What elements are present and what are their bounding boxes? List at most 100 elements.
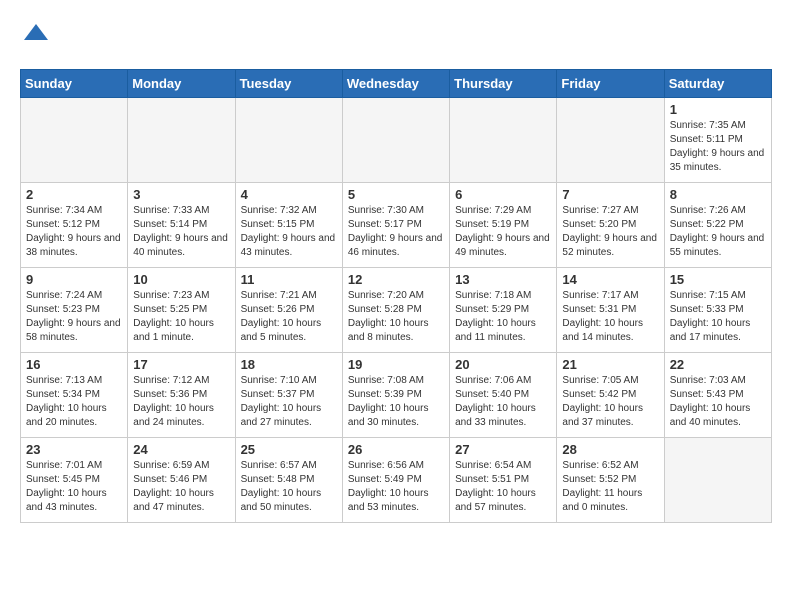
calendar-cell: 8 Sunrise: 7:26 AM Sunset: 5:22 PM Daylig… [664,183,771,268]
day-info: Sunrise: 7:15 AM Sunset: 5:33 PM Dayligh… [670,289,766,345]
calendar-cell: 21 Sunrise: 7:05 AM Sunset: 5:42 PM Dayli… [557,353,664,438]
weekday-header-thursday: Thursday [450,70,557,98]
weekday-header-saturday: Saturday [664,70,771,98]
day-number: 5 [348,187,444,202]
day-info: Sunrise: 7:34 AM Sunset: 5:12 PM Dayligh… [26,204,122,260]
day-number: 11 [241,272,337,287]
day-info: Sunrise: 7:08 AM Sunset: 5:39 PM Dayligh… [348,374,444,430]
day-number: 14 [562,272,658,287]
calendar-cell: 16 Sunrise: 7:13 AM Sunset: 5:34 PM Dayli… [21,353,128,438]
calendar-cell: 1 Sunrise: 7:35 AM Sunset: 5:11 PM Daylig… [664,98,771,183]
day-number: 3 [133,187,229,202]
day-number: 23 [26,442,122,457]
day-number: 19 [348,357,444,372]
calendar-cell [557,98,664,183]
day-number: 26 [348,442,444,457]
day-number: 25 [241,442,337,457]
week-row-1: 1 Sunrise: 7:35 AM Sunset: 5:11 PM Daylig… [21,98,772,183]
week-row-4: 16 Sunrise: 7:13 AM Sunset: 5:34 PM Dayli… [21,353,772,438]
calendar-cell: 13 Sunrise: 7:18 AM Sunset: 5:29 PM Dayli… [450,268,557,353]
day-info: Sunrise: 7:20 AM Sunset: 5:28 PM Dayligh… [348,289,444,345]
day-info: Sunrise: 7:26 AM Sunset: 5:22 PM Dayligh… [670,204,766,260]
calendar-cell: 22 Sunrise: 7:03 AM Sunset: 5:43 PM Dayli… [664,353,771,438]
day-number: 12 [348,272,444,287]
calendar-cell: 26 Sunrise: 6:56 AM Sunset: 5:49 PM Dayli… [342,438,449,523]
day-number: 18 [241,357,337,372]
day-number: 28 [562,442,658,457]
day-info: Sunrise: 7:10 AM Sunset: 5:37 PM Dayligh… [241,374,337,430]
calendar-cell: 17Sunrise: 7:12 AM Sunset: 5:36 PM Dayli… [128,353,235,438]
calendar-cell [128,98,235,183]
day-info: Sunrise: 7:13 AM Sunset: 5:34 PM Dayligh… [26,374,122,430]
day-number: 6 [455,187,551,202]
day-info: Sunrise: 7:35 AM Sunset: 5:11 PM Dayligh… [670,119,766,175]
day-info: Sunrise: 6:56 AM Sunset: 5:49 PM Dayligh… [348,459,444,515]
calendar-cell: 27 Sunrise: 6:54 AM Sunset: 5:51 PM Dayli… [450,438,557,523]
calendar-cell: 7 Sunrise: 7:27 AM Sunset: 5:20 PM Daylig… [557,183,664,268]
day-number: 21 [562,357,658,372]
day-info: Sunrise: 6:52 AM Sunset: 5:52 PM Dayligh… [562,459,658,515]
day-number: 2 [26,187,122,202]
calendar-cell: 24 Sunrise: 6:59 AM Sunset: 5:46 PM Dayli… [128,438,235,523]
calendar-cell [342,98,449,183]
day-number: 8 [670,187,766,202]
day-info: Sunrise: 6:59 AM Sunset: 5:46 PM Dayligh… [133,459,229,515]
day-number: 15 [670,272,766,287]
calendar-cell: 9Sunrise: 7:24 AM Sunset: 5:23 PM Daylig… [21,268,128,353]
day-number: 16 [26,357,122,372]
calendar-cell: 19 Sunrise: 7:08 AM Sunset: 5:39 PM Dayli… [342,353,449,438]
day-info: Sunrise: 7:33 AM Sunset: 5:14 PM Dayligh… [133,204,229,260]
calendar-cell: 6Sunrise: 7:29 AM Sunset: 5:19 PM Daylig… [450,183,557,268]
day-info: Sunrise: 7:18 AM Sunset: 5:29 PM Dayligh… [455,289,551,345]
day-number: 10 [133,272,229,287]
day-number: 20 [455,357,551,372]
day-number: 27 [455,442,551,457]
day-info: Sunrise: 7:24 AM Sunset: 5:23 PM Dayligh… [26,289,122,345]
day-info: Sunrise: 6:54 AM Sunset: 5:51 PM Dayligh… [455,459,551,515]
day-info: Sunrise: 7:06 AM Sunset: 5:40 PM Dayligh… [455,374,551,430]
weekday-header-friday: Friday [557,70,664,98]
calendar-cell: 14 Sunrise: 7:17 AM Sunset: 5:31 PM Dayli… [557,268,664,353]
calendar-cell [21,98,128,183]
calendar-table: SundayMondayTuesdayWednesdayThursdayFrid… [20,69,772,523]
logo [20,20,50,53]
weekday-header-monday: Monday [128,70,235,98]
day-info: Sunrise: 7:03 AM Sunset: 5:43 PM Dayligh… [670,374,766,430]
calendar-cell: 4Sunrise: 7:32 AM Sunset: 5:15 PM Daylig… [235,183,342,268]
calendar-cell: 2 Sunrise: 7:34 AM Sunset: 5:12 PM Daylig… [21,183,128,268]
logo-icon [22,20,50,48]
calendar-cell [235,98,342,183]
day-info: Sunrise: 7:17 AM Sunset: 5:31 PM Dayligh… [562,289,658,345]
day-info: Sunrise: 7:30 AM Sunset: 5:17 PM Dayligh… [348,204,444,260]
calendar-cell: 3 Sunrise: 7:33 AM Sunset: 5:14 PM Daylig… [128,183,235,268]
day-number: 17 [133,357,229,372]
day-info: Sunrise: 6:57 AM Sunset: 5:48 PM Dayligh… [241,459,337,515]
calendar-cell: 28 Sunrise: 6:52 AM Sunset: 5:52 PM Dayli… [557,438,664,523]
day-info: Sunrise: 7:27 AM Sunset: 5:20 PM Dayligh… [562,204,658,260]
calendar-cell: 12 Sunrise: 7:20 AM Sunset: 5:28 PM Dayli… [342,268,449,353]
calendar-cell: 25 Sunrise: 6:57 AM Sunset: 5:48 PM Dayli… [235,438,342,523]
day-number: 7 [562,187,658,202]
day-number: 13 [455,272,551,287]
day-info: Sunrise: 7:05 AM Sunset: 5:42 PM Dayligh… [562,374,658,430]
calendar-cell [664,438,771,523]
calendar-cell [450,98,557,183]
day-info: Sunrise: 7:23 AM Sunset: 5:25 PM Dayligh… [133,289,229,345]
day-info: Sunrise: 7:21 AM Sunset: 5:26 PM Dayligh… [241,289,337,345]
week-row-2: 2 Sunrise: 7:34 AM Sunset: 5:12 PM Daylig… [21,183,772,268]
weekday-header-sunday: Sunday [21,70,128,98]
day-number: 4 [241,187,337,202]
calendar-cell: 23 Sunrise: 7:01 AM Sunset: 5:45 PM Dayli… [21,438,128,523]
week-row-5: 23 Sunrise: 7:01 AM Sunset: 5:45 PM Dayli… [21,438,772,523]
day-number: 24 [133,442,229,457]
day-number: 22 [670,357,766,372]
calendar-header-row: SundayMondayTuesdayWednesdayThursdayFrid… [21,70,772,98]
calendar-cell: 20 Sunrise: 7:06 AM Sunset: 5:40 PM Dayli… [450,353,557,438]
calendar-cell: 11 Sunrise: 7:21 AM Sunset: 5:26 PM Dayli… [235,268,342,353]
page-header [20,20,772,53]
day-info: Sunrise: 7:01 AM Sunset: 5:45 PM Dayligh… [26,459,122,515]
week-row-3: 9Sunrise: 7:24 AM Sunset: 5:23 PM Daylig… [21,268,772,353]
calendar-cell: 15 Sunrise: 7:15 AM Sunset: 5:33 PM Dayli… [664,268,771,353]
weekday-header-wednesday: Wednesday [342,70,449,98]
day-number: 1 [670,102,766,117]
